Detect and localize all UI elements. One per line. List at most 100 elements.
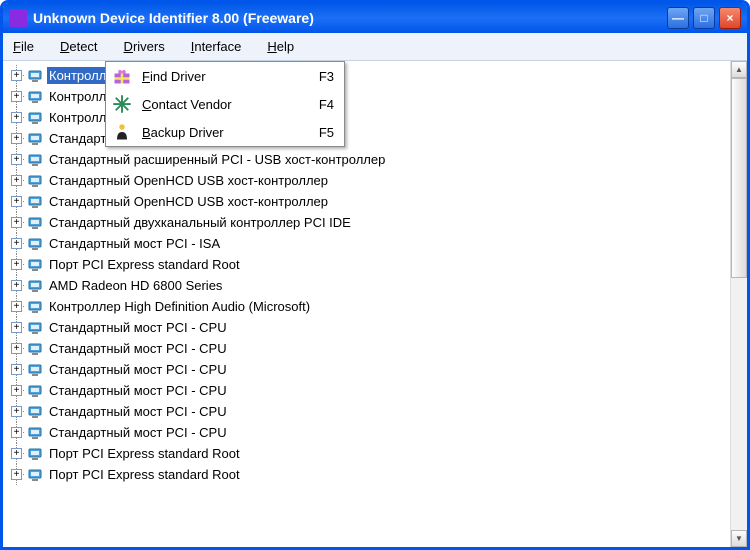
tree-item[interactable]: + Стандартный мост PCI - CPU [7,401,730,422]
menu-item-find-driver[interactable]: Find Driver F3 [106,62,344,90]
device-icon [27,299,43,315]
menu-detect[interactable]: Detect [54,36,104,57]
tree-branch: + [7,86,27,107]
tree-branch: + [7,359,27,380]
backup-driver-shortcut: F5 [319,125,334,140]
expand-icon[interactable]: + [11,112,22,123]
tree-item[interactable]: + Стандартный мост PCI - CPU [7,317,730,338]
expand-icon[interactable]: + [11,70,22,81]
tree-item-label[interactable]: Стандартный расширенный PCI - USB хост-к… [47,151,387,168]
expand-icon[interactable]: + [11,427,22,438]
close-button[interactable]: × [719,7,741,29]
tree-item-label[interactable]: Контроллер High Definition Audio (Micros… [47,298,312,315]
expand-icon[interactable]: + [11,196,22,207]
device-icon [27,194,43,210]
tree-item-label[interactable]: Стандартный мост PCI - CPU [47,424,229,441]
device-icon [27,173,43,189]
tree-branch: + [7,338,27,359]
expand-icon[interactable]: + [11,175,22,186]
expand-icon[interactable]: + [11,469,22,480]
tree-item[interactable]: + Стандартный мост PCI - CPU [7,422,730,443]
menu-file[interactable]: File [7,36,40,57]
tree-item-label[interactable]: Стандартный мост PCI - ISA [47,235,222,252]
expand-icon[interactable]: + [11,301,22,312]
device-icon [27,131,43,147]
tree-branch: + [7,149,27,170]
tree-item[interactable]: + Стандартный мост PCI - CPU [7,338,730,359]
menu-drivers[interactable]: Drivers [118,36,171,57]
tree-item-label[interactable]: AMD Radeon HD 6800 Series [47,277,224,294]
tree-item[interactable]: + Контроллер High Definition Audio (Micro… [7,296,730,317]
tree-item-label[interactable]: Стандартный мост PCI - CPU [47,319,229,336]
scroll-up-button[interactable]: ▲ [731,61,747,78]
scroll-track[interactable] [731,78,747,530]
minimize-button[interactable]: — [667,7,689,29]
tree-branch: + [7,128,27,149]
device-icon [27,362,43,378]
tree-branch: + [7,296,27,317]
menu-item-contact-vendor[interactable]: Contact Vendor F4 [106,90,344,118]
tree-item[interactable]: + Порт PCI Express standard Root [7,464,730,485]
tree-item[interactable]: + Стандартный расширенный PCI - USB хост-… [7,149,730,170]
device-icon [27,341,43,357]
expand-icon[interactable]: + [11,448,22,459]
expand-icon[interactable]: + [11,133,22,144]
device-icon [27,215,43,231]
menu-interface[interactable]: Interface [185,36,248,57]
vertical-scrollbar[interactable]: ▲ ▼ [730,61,747,547]
menu-help[interactable]: Help [261,36,300,57]
tree-item-label[interactable]: Порт PCI Express standard Root [47,466,242,483]
expand-icon[interactable]: + [11,343,22,354]
tree-item-label[interactable]: Порт PCI Express standard Root [47,256,242,273]
tree-branch: + [7,464,27,485]
tree-branch: + [7,443,27,464]
tree-branch: + [7,422,27,443]
expand-icon[interactable]: + [11,238,22,249]
tree-item-label[interactable]: Стандартный мост PCI - CPU [47,340,229,357]
tree-item-label[interactable]: Стандартный мост PCI - CPU [47,382,229,399]
window-controls: — □ × [667,7,741,29]
expand-icon[interactable]: + [11,322,22,333]
tree-item-label[interactable]: Порт PCI Express standard Root [47,445,242,462]
tree-item-label[interactable]: Контролл [47,67,108,84]
menu-item-backup-driver[interactable]: Backup Driver F5 [106,118,344,146]
tree-item[interactable]: + Стандартный мост PCI - CPU [7,380,730,401]
expand-icon[interactable]: + [11,217,22,228]
tree-item-label[interactable]: Стандартный мост PCI - CPU [47,403,229,420]
person-icon [112,122,132,142]
expand-icon[interactable]: + [11,385,22,396]
scroll-thumb[interactable] [731,78,747,278]
titlebar[interactable]: Unknown Device Identifier 8.00 (Freeware… [3,3,747,33]
expand-icon[interactable]: + [11,91,22,102]
expand-icon[interactable]: + [11,280,22,291]
tree-item[interactable]: + Стандартный мост PCI - ISA [7,233,730,254]
expand-icon[interactable]: + [11,364,22,375]
expand-icon[interactable]: + [11,406,22,417]
tree-item-label[interactable]: Стандартный OpenHCD USB хост-контроллер [47,193,330,210]
expand-icon[interactable]: + [11,154,22,165]
device-icon [27,404,43,420]
tree-item[interactable]: + Стандартный OpenHCD USB хост-контроллер [7,170,730,191]
backup-driver-label: Backup Driver [142,125,319,140]
tree-branch: + [7,401,27,422]
maximize-button[interactable]: □ [693,7,715,29]
tree-branch: + [7,212,27,233]
device-icon [27,89,43,105]
tree-item[interactable]: + Порт PCI Express standard Root [7,443,730,464]
tree-item[interactable]: + AMD Radeon HD 6800 Series [7,275,730,296]
tree-item[interactable]: + Стандартный OpenHCD USB хост-контроллер [7,191,730,212]
tree-item[interactable]: + Порт PCI Express standard Root [7,254,730,275]
tree-branch: + [7,65,27,86]
tree-item-label[interactable]: Стандартный OpenHCD USB хост-контроллер [47,172,330,189]
tree-item-label[interactable]: Стандартный мост PCI - CPU [47,361,229,378]
app-window: Unknown Device Identifier 8.00 (Freeware… [0,0,750,550]
tree-item[interactable]: + Стандартный двухканальный контроллер PC… [7,212,730,233]
device-icon [27,236,43,252]
scroll-down-button[interactable]: ▼ [731,530,747,547]
expand-icon[interactable]: + [11,259,22,270]
tree-item-label[interactable]: Стандартный двухканальный контроллер PCI… [47,214,353,231]
device-icon [27,257,43,273]
device-icon [27,68,43,84]
tree-branch: + [7,317,27,338]
tree-item[interactable]: + Стандартный мост PCI - CPU [7,359,730,380]
